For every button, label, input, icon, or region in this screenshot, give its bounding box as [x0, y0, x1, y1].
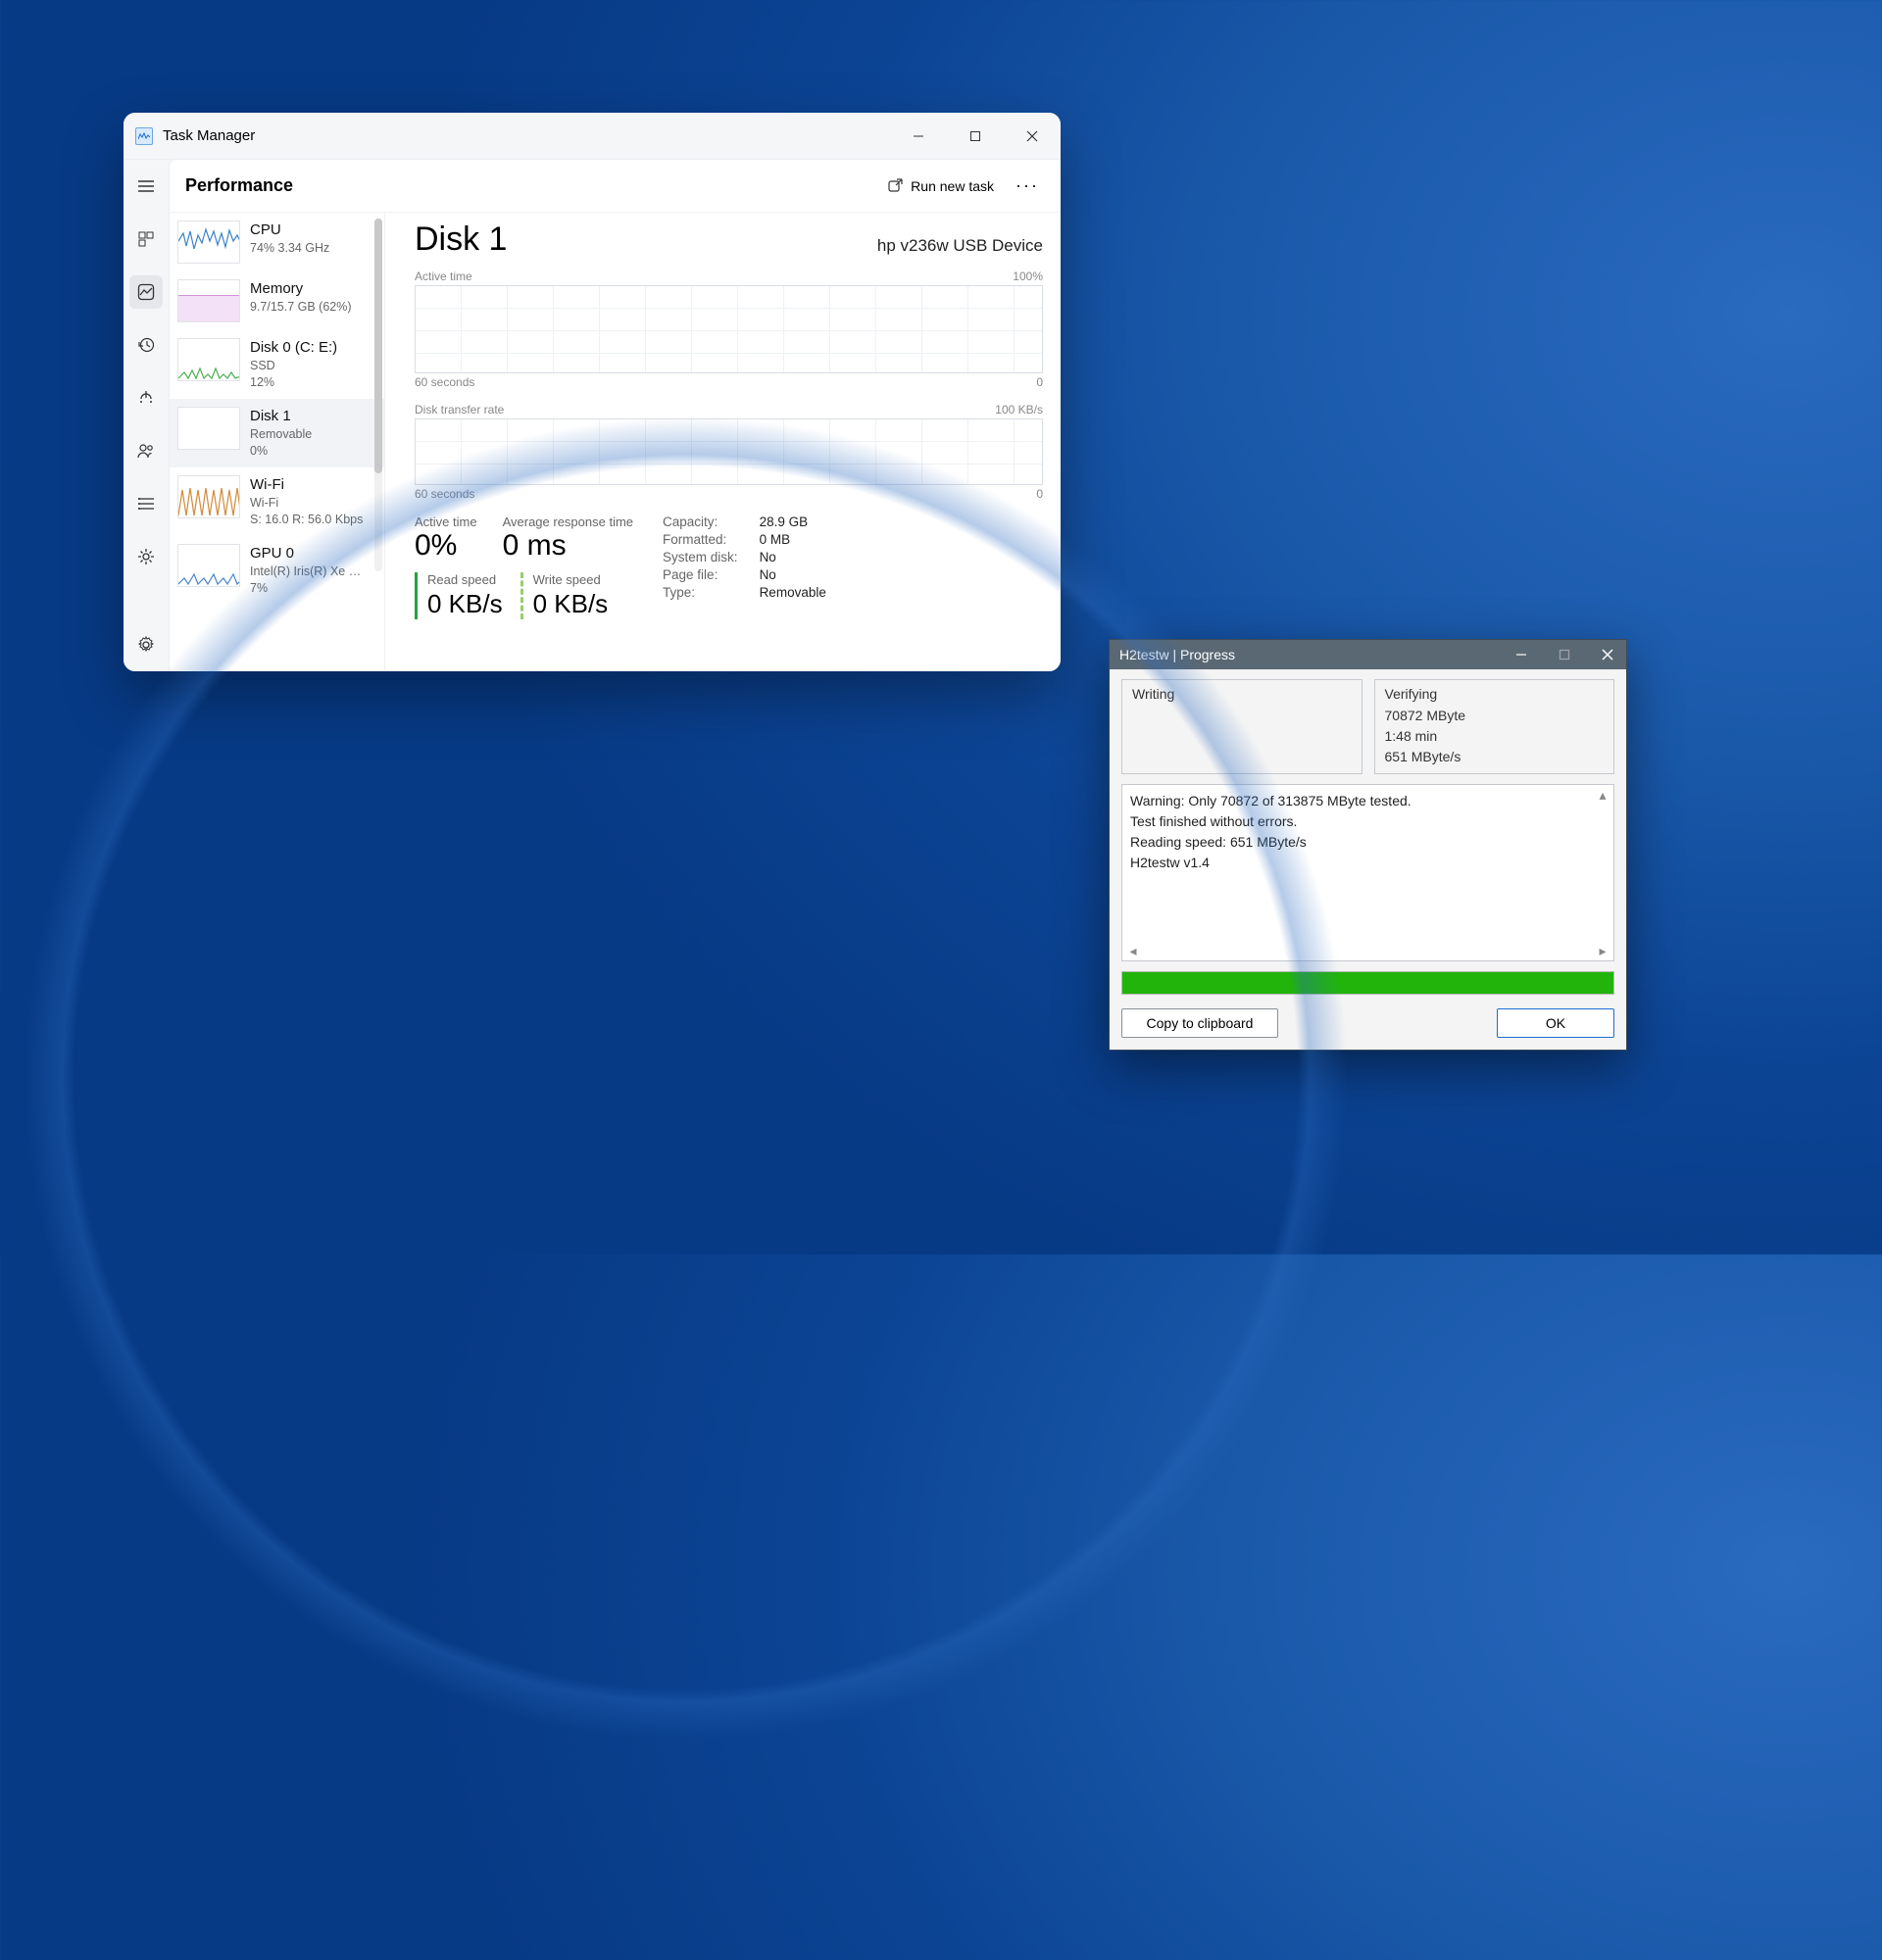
avg-response-stat: Average response time 0 ms — [503, 514, 633, 561]
toolbar: Performance Run new task ··· — [170, 160, 1061, 213]
task-manager-window: Task Manager Performance Run ne — [124, 113, 1061, 671]
close-button[interactable] — [1004, 113, 1061, 160]
window-title: H2testw | Progress — [1119, 647, 1235, 662]
more-button[interactable]: ··· — [1010, 175, 1045, 196]
nav-settings[interactable] — [129, 628, 163, 662]
writing-label: Writing — [1132, 686, 1352, 702]
thumb-cpu — [177, 220, 240, 264]
performance-list[interactable]: CPU74% 3.34 GHz Memory9.7/15.7 GB (62%) … — [170, 213, 385, 671]
scroll-right-icon[interactable]: ▸ — [1594, 943, 1611, 958]
write-speed-stat: Write speed 0 KB/s — [520, 572, 609, 619]
chart-area — [415, 285, 1043, 373]
close-button[interactable] — [1599, 649, 1616, 661]
titlebar[interactable]: Task Manager — [124, 113, 1061, 160]
horizontal-scrollbar[interactable]: ◂ ▸ — [1124, 943, 1611, 958]
list-item-wifi[interactable]: Wi-FiWi-FiS: 16.0 R: 56.0 Kbps — [170, 467, 384, 536]
window-title: Task Manager — [163, 127, 255, 144]
active-time-stat: Active time 0% — [415, 514, 477, 561]
verifying-panel: Verifying 70872 MByte 1:48 min 651 MByte… — [1374, 679, 1615, 774]
hamburger-icon[interactable] — [129, 170, 163, 203]
titlebar[interactable]: H2testw | Progress — [1110, 640, 1626, 669]
nav-performance[interactable] — [129, 275, 163, 309]
active-time-chart: Active time100% 60 seconds0 — [415, 270, 1043, 389]
thumb-disk1 — [177, 407, 240, 450]
maximize-button[interactable] — [1556, 649, 1573, 661]
nav-services[interactable] — [129, 540, 163, 573]
transfer-rate-chart: Disk transfer rate100 KB/s 60 seconds0 — [415, 403, 1043, 501]
nav-rail — [124, 160, 169, 671]
page-title: Performance — [185, 175, 293, 196]
nav-startup[interactable] — [129, 381, 163, 415]
read-speed-stat: Read speed 0 KB/s — [415, 572, 503, 619]
detail-pane: Disk 1 hp v236w USB Device Active time10… — [385, 213, 1061, 671]
scroll-up-icon[interactable]: ▴ — [1594, 787, 1611, 803]
detail-title: Disk 1 — [415, 222, 507, 256]
nav-users[interactable] — [129, 434, 163, 467]
device-name: hp v236w USB Device — [877, 236, 1043, 256]
run-new-task-label: Run new task — [911, 178, 994, 194]
vertical-scrollbar[interactable]: ▴ — [1594, 787, 1611, 943]
verifying-label: Verifying — [1385, 686, 1605, 702]
ok-button[interactable]: OK — [1497, 1008, 1614, 1038]
run-task-icon — [887, 178, 903, 194]
nav-app-history[interactable] — [129, 328, 163, 362]
chart-area — [415, 418, 1043, 485]
thumb-wifi — [177, 475, 240, 518]
list-item-cpu[interactable]: CPU74% 3.34 GHz — [170, 213, 384, 271]
list-item-label: CPU — [250, 220, 329, 240]
nav-details[interactable] — [129, 487, 163, 520]
nav-processes[interactable] — [129, 222, 163, 256]
stats-row: Active time 0% Average response time 0 m… — [415, 514, 1043, 619]
maximize-button[interactable] — [947, 113, 1004, 160]
minimize-button[interactable] — [890, 113, 947, 160]
progress-fill — [1122, 972, 1613, 994]
disk-info-table: Capacity:28.9 GB Formatted:0 MB System d… — [663, 514, 826, 600]
list-item-disk0[interactable]: Disk 0 (C: E:)SSD12% — [170, 330, 384, 399]
scroll-left-icon[interactable]: ◂ — [1124, 943, 1142, 958]
thumb-gpu0 — [177, 544, 240, 587]
list-item-memory[interactable]: Memory9.7/15.7 GB (62%) — [170, 271, 384, 330]
h2testw-window: H2testw | Progress Writing Verifying 708… — [1109, 639, 1627, 1051]
log-textarea[interactable]: Warning: Only 70872 of 313875 MByte test… — [1121, 784, 1614, 961]
app-icon — [135, 127, 153, 145]
run-new-task-button[interactable]: Run new task — [879, 174, 1002, 198]
list-item-gpu0[interactable]: GPU 0Intel(R) Iris(R) Xe Gra7% — [170, 536, 384, 605]
minimize-button[interactable] — [1512, 649, 1530, 661]
writing-panel: Writing — [1121, 679, 1362, 774]
thumb-disk0 — [177, 338, 240, 381]
thumb-memory — [177, 279, 240, 322]
progress-bar — [1121, 971, 1614, 995]
copy-to-clipboard-button[interactable]: Copy to clipboard — [1121, 1008, 1278, 1038]
list-item-disk1[interactable]: Disk 1Removable0% — [170, 399, 384, 467]
scrollbar-thumb[interactable] — [374, 219, 382, 473]
